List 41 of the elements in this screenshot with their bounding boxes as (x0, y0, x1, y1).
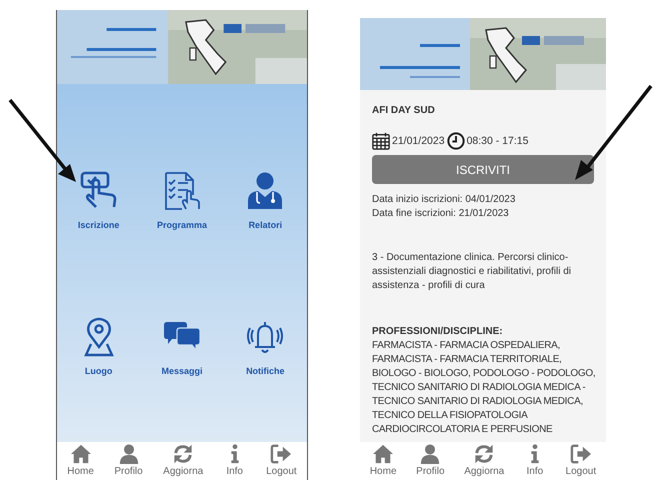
registration-date: Data inizio iscrizioni: 04/01/2023 (372, 193, 516, 207)
calendar-icon (372, 132, 390, 150)
registration-date: Data fine iscrizioni: 21/01/2023 (372, 207, 510, 221)
profession-line: CARDIOCIRCOLATORIA E PERFUSIONE (372, 423, 554, 437)
menu-label[interactable]: Programma (156, 220, 207, 230)
logout-icon[interactable] (270, 444, 292, 464)
menu-label[interactable]: Messaggi (161, 366, 202, 376)
profession-line: TECNICO SANITARIO DI RADIOLOGIA MEDICA, (372, 395, 584, 409)
logout-icon[interactable] (570, 444, 592, 464)
nav-label[interactable]: Logout (566, 466, 596, 477)
section-heading: PROFESSIONI/DISCIPLINE: (372, 325, 504, 339)
profession-line: FARMACISTA - FARMACIA TERRITORIALE, (372, 353, 563, 367)
user-icon[interactable] (118, 444, 140, 464)
menu-label[interactable]: Iscrizione (78, 220, 120, 230)
nav-label[interactable]: Logout (266, 466, 297, 477)
event-title: AFI DAY SUD (372, 104, 436, 118)
event-time: 08:30 - 17:15 (466, 134, 528, 148)
menu-label[interactable]: Notifiche (246, 366, 285, 376)
user-icon[interactable] (419, 444, 442, 464)
nav-label[interactable]: Home (67, 466, 94, 477)
register-button[interactable]: ISCRIVITI (372, 155, 594, 184)
event-date: 21/01/2023 (392, 134, 445, 148)
refresh-icon[interactable] (172, 444, 194, 464)
refresh-icon[interactable] (473, 444, 496, 464)
home-icon[interactable] (70, 444, 92, 464)
nav-label[interactable]: Profilo (416, 466, 445, 477)
menu-label[interactable]: Relatori (248, 220, 282, 230)
nav-label[interactable]: Aggiorna (464, 466, 504, 477)
nav-label[interactable]: Profilo (114, 466, 143, 477)
nav-label[interactable]: Info (526, 466, 544, 477)
profession-line: TECNICO SANITARIO DI RADIOLOGIA MEDICA - (372, 381, 586, 395)
profession-line: BIOLOGO - BIOLOGO, PODOLOGO - PODOLOGO, (372, 367, 594, 381)
profession-line: FARMACISTA - FARMACIA OSPEDALIERA, (372, 339, 561, 353)
event-description: 3 - Documentazione clinica. Percorsi clinico-assistenziali diagnostici e riabilitativi, profili di assistenza - profili di cura (372, 251, 572, 293)
profession-line: TECNICO DELLA FISIOPATOLOGIA (372, 409, 529, 423)
nav-label[interactable]: Info (226, 466, 243, 477)
nav-label[interactable]: Aggiorna (163, 466, 204, 477)
nav-label[interactable]: Home (370, 466, 397, 477)
clock-icon (446, 132, 465, 150)
home-icon[interactable] (372, 444, 394, 464)
menu-label[interactable]: Luogo (84, 366, 112, 376)
